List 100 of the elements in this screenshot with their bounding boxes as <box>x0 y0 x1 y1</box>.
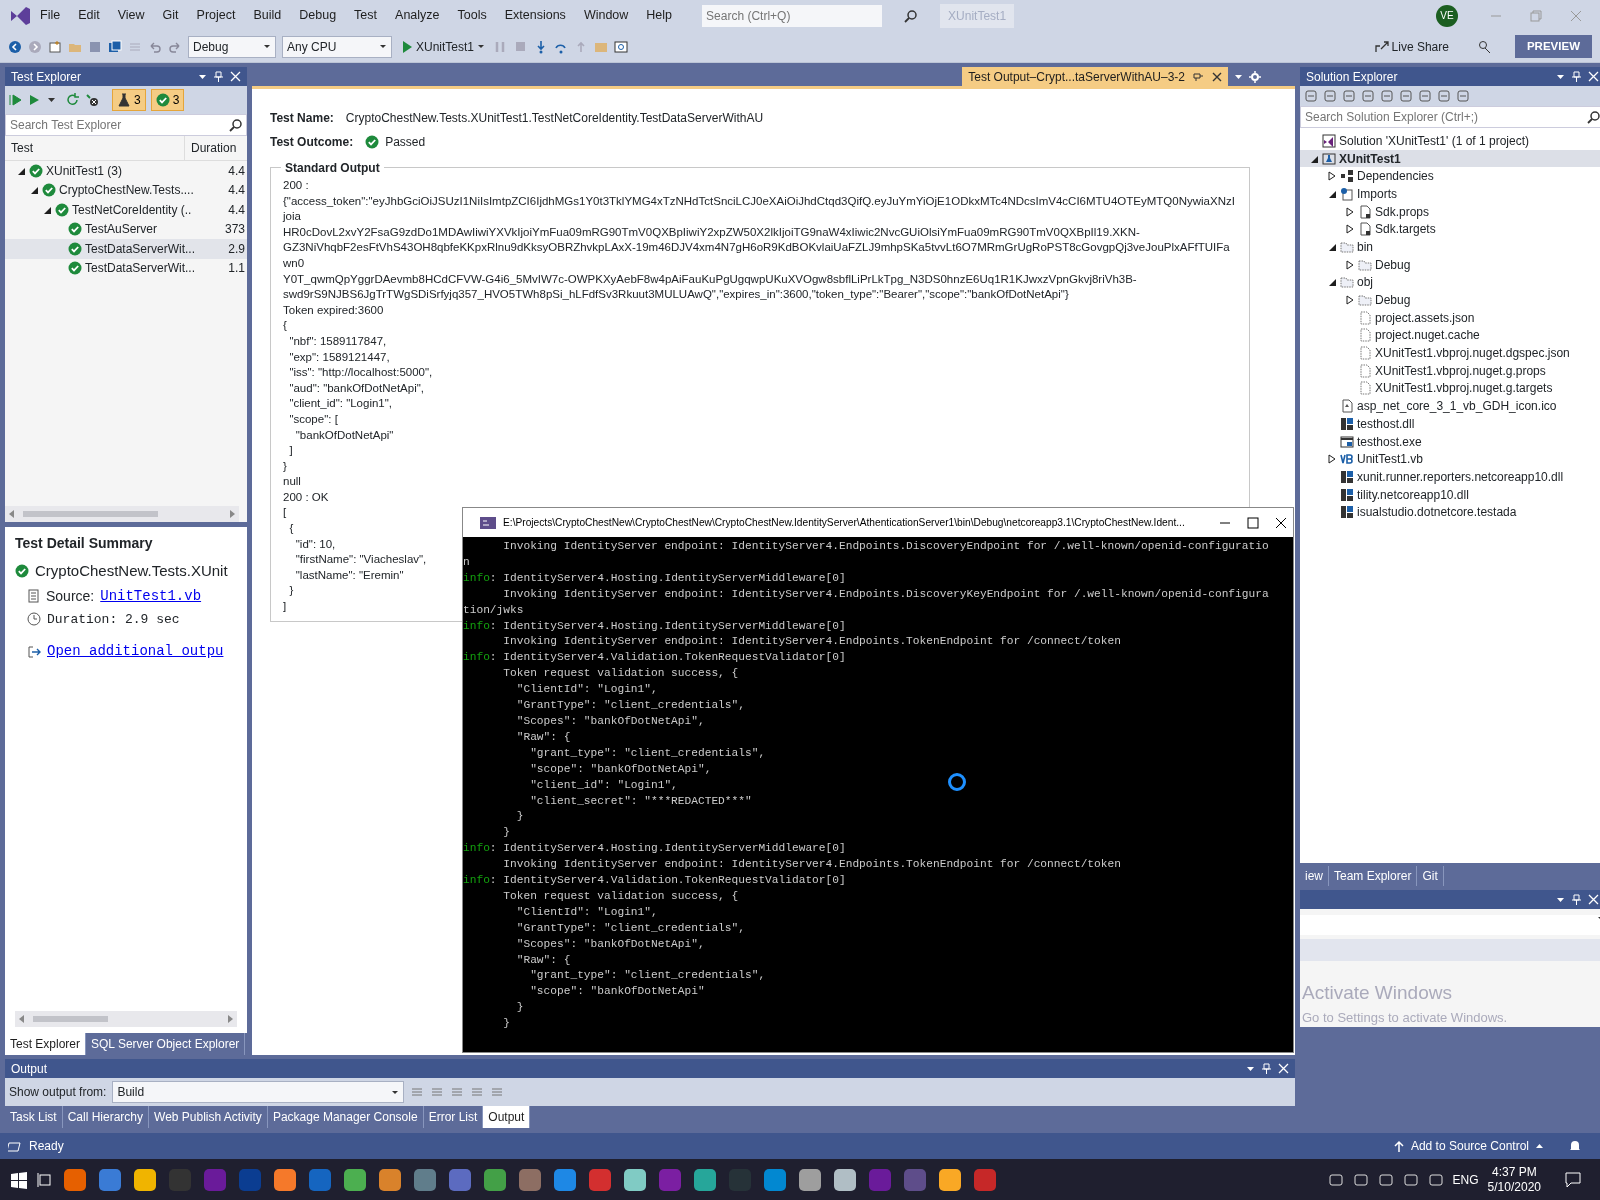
dropdown-arrow-icon[interactable] <box>391 1088 400 1096</box>
save-all-icon[interactable] <box>108 39 122 54</box>
clock-date[interactable]: 5/10/2020 <box>1487 1179 1541 1195</box>
test-filter-button[interactable]: 3 <box>150 89 185 111</box>
panel-tab[interactable]: SQL Server Object Explorer <box>86 1033 246 1055</box>
expand-arrow-icon[interactable] <box>1345 259 1355 270</box>
app-icon[interactable] <box>552 1166 578 1193</box>
app-icon[interactable] <box>692 1166 718 1193</box>
pin-icon[interactable] <box>213 71 224 82</box>
expand-arrow-icon[interactable] <box>1327 454 1337 465</box>
browser-icon[interactable] <box>614 39 629 54</box>
expand-arrow-icon[interactable] <box>1327 171 1337 182</box>
output-link[interactable]: Open additional outpu <box>47 641 224 662</box>
test-row[interactable]: TestAuServer 373 <box>5 219 247 239</box>
language-indicator[interactable]: ENG <box>1452 1170 1479 1189</box>
solution-item[interactable]: Debug <box>1300 291 1600 309</box>
solution-item[interactable]: tility.netcoreapp10.dll <box>1300 485 1600 504</box>
solution-item[interactable]: bin <box>1300 238 1600 256</box>
close-icon[interactable] <box>1275 516 1287 529</box>
panel-tab[interactable]: Task List <box>5 1106 63 1128</box>
panel-tab[interactable]: Web Publish Activity <box>149 1106 268 1128</box>
dropdown-arrow-icon[interactable] <box>379 43 387 50</box>
pin-icon[interactable] <box>1193 71 1204 82</box>
preview-button[interactable]: PREVIEW <box>1514 34 1592 59</box>
test-row[interactable]: CryptoChestNew.Tests.... 4.4 <box>5 180 247 200</box>
panel-tab[interactable]: Package Manager Console <box>267 1106 424 1128</box>
settings-icon[interactable] <box>1249 70 1261 83</box>
configuration-dropdown[interactable]: Debug <box>188 35 276 58</box>
solution-item[interactable]: asp_net_core_3_1_vb_GDH_icon.ico <box>1300 397 1600 415</box>
app-icon[interactable] <box>762 1166 788 1193</box>
app-icon[interactable] <box>97 1166 123 1193</box>
solution-item[interactable]: Solution 'XUnitTest1' (1 of 1 project) <box>1300 132 1600 150</box>
solution-item[interactable]: Imports <box>1300 185 1600 203</box>
solution-item[interactable]: testhost.exe <box>1300 432 1600 451</box>
windows-start-icon[interactable] <box>10 1170 28 1189</box>
notification-bell-icon[interactable] <box>1568 1139 1582 1153</box>
menu-item[interactable]: Git <box>154 3 187 28</box>
app-icon[interactable] <box>832 1166 858 1193</box>
feedback-icon[interactable] <box>1476 39 1491 54</box>
test-row[interactable]: TestDataServerWit... 1.1 <box>5 258 247 278</box>
user-avatar[interactable]: VE <box>1436 4 1458 27</box>
refresh-icon[interactable] <box>66 93 80 107</box>
solution-item[interactable]: project.nuget.cache <box>1300 326 1600 345</box>
horizontal-scrollbar[interactable] <box>5 506 239 522</box>
panel-tab[interactable]: Test Explorer <box>5 1033 87 1055</box>
menu-item[interactable]: Project <box>188 3 244 28</box>
pin-icon[interactable] <box>1571 71 1582 82</box>
solution-item[interactable]: obj <box>1300 273 1600 292</box>
solution-item[interactable]: XUnitTest1.vbproj.nuget.g.props <box>1300 361 1600 380</box>
notifications-icon[interactable] <box>1564 1170 1582 1189</box>
clock-time[interactable]: 4:37 PM <box>1491 1164 1537 1180</box>
app-icon[interactable] <box>412 1166 438 1193</box>
app-icon[interactable] <box>622 1166 648 1193</box>
menu-item[interactable]: Window <box>575 3 637 28</box>
menu-item[interactable]: Tools <box>449 3 495 28</box>
expand-arrow-icon[interactable] <box>1345 206 1355 217</box>
dropdown-arrow-icon[interactable] <box>1246 1064 1255 1073</box>
document-tab[interactable]: Test Output–Crypt...taServerWithAU–3-2 <box>962 67 1228 86</box>
dropdown-arrow-icon[interactable] <box>1234 72 1243 81</box>
cancel-icon[interactable] <box>85 93 99 107</box>
run-all-icon[interactable] <box>9 93 23 107</box>
search-field[interactable]: Search (Ctrl+Q) <box>702 4 883 27</box>
dropdown-arrow-icon[interactable] <box>198 72 207 81</box>
solution-item[interactable]: XUnitTest1 <box>1300 149 1600 168</box>
column-header[interactable]: Test <box>5 136 185 160</box>
menu-item[interactable]: Help <box>638 3 681 28</box>
solution-item[interactable]: Sdk.targets <box>1300 220 1600 239</box>
app-icon[interactable] <box>342 1166 368 1193</box>
maximize-icon[interactable] <box>1247 516 1259 529</box>
solution-item[interactable]: Debug <box>1300 255 1600 274</box>
menu-item[interactable]: Build <box>245 3 290 28</box>
source-link[interactable]: UnitTest1.vb <box>100 585 202 607</box>
source-control-button[interactable]: Add to Source Control <box>1392 1137 1544 1155</box>
test-filter-button[interactable]: 3 <box>112 89 146 111</box>
platform-dropdown[interactable]: Any CPU <box>282 35 392 58</box>
start-button[interactable]: XUnitTest1 <box>398 37 489 56</box>
dropdown-arrow-icon[interactable] <box>1556 72 1565 81</box>
output-source-dropdown[interactable]: Build <box>112 1081 405 1103</box>
solution-item[interactable]: isualstudio.dotnetcore.testada <box>1300 503 1600 522</box>
menu-item[interactable]: View <box>109 3 153 28</box>
test-row[interactable]: TestNetCoreIdentity (.. 4.4 <box>5 200 247 220</box>
solution-item[interactable]: testhost.dll <box>1300 415 1600 433</box>
solution-item[interactable]: XUnitTest1.vbproj.nuget.dgspec.json <box>1300 344 1600 362</box>
menu-item[interactable]: File <box>32 3 69 28</box>
search-field[interactable]: Search Test Explorer <box>5 114 247 136</box>
app-icon[interactable] <box>517 1166 543 1193</box>
menu-item[interactable]: Extensions <box>496 3 574 28</box>
pin-icon[interactable] <box>1261 1063 1272 1074</box>
dropdown-arrow-icon[interactable] <box>1556 895 1565 904</box>
dropdown-arrow-icon[interactable] <box>477 43 486 50</box>
solution-item[interactable]: Dependencies <box>1300 167 1600 186</box>
menu-item[interactable]: Edit <box>70 3 108 28</box>
menu-item[interactable]: Test <box>346 3 386 28</box>
app-icon[interactable] <box>62 1166 88 1193</box>
panel-tab[interactable]: Call Hierarchy <box>62 1106 150 1128</box>
menu-item[interactable]: Debug <box>291 3 345 28</box>
column-header[interactable]: Duration <box>185 136 241 160</box>
search-field[interactable]: Search Solution Explorer (Ctrl+;) <box>1300 106 1600 128</box>
panel-tab[interactable]: Output <box>483 1106 531 1128</box>
solution-item[interactable]: Sdk.props <box>1300 202 1600 221</box>
